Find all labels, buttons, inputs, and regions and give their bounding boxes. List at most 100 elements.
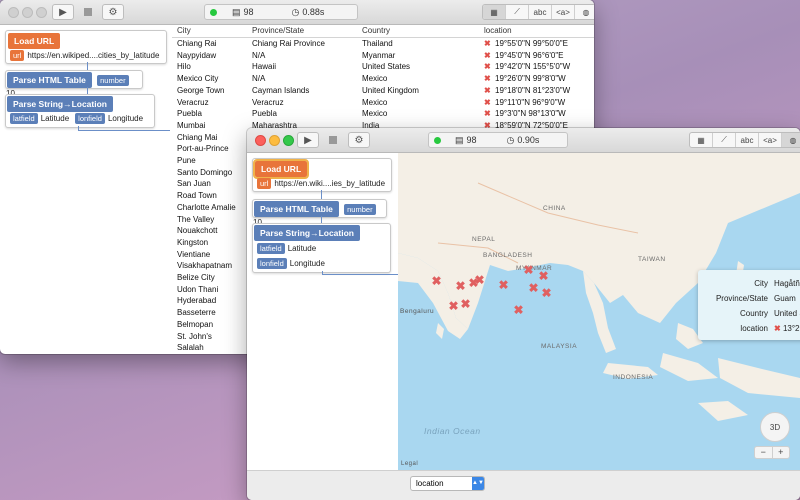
map-label-ocean: Indian Ocean bbox=[424, 426, 481, 436]
chevron-updown-icon: ▲▼ bbox=[472, 477, 484, 490]
map-marker-icon[interactable]: ✖ bbox=[523, 264, 534, 276]
settings-button[interactable]: ⚙ bbox=[102, 4, 124, 20]
run-button[interactable]: ▶ bbox=[52, 4, 74, 20]
node-load-url[interactable]: Load URL url https://en.wikiped....citie… bbox=[5, 30, 167, 64]
table-row[interactable]: Naypyidaw N/A Myanmar ✖ 19°45'0"N 96°6'0"E bbox=[172, 50, 594, 62]
col-header-country[interactable]: Country bbox=[362, 26, 390, 35]
x-mark-icon: ✖ bbox=[484, 97, 491, 107]
connector bbox=[321, 216, 322, 223]
location-field-select[interactable]: location ▲▼ bbox=[410, 476, 485, 491]
map-marker-icon[interactable]: ✖ bbox=[528, 282, 539, 294]
map-marker-icon[interactable]: ✖ bbox=[455, 280, 466, 292]
callout-label-location: location bbox=[740, 324, 768, 333]
table-cell: N/A bbox=[252, 50, 266, 60]
table-cell: Mexico bbox=[362, 109, 388, 119]
node-parse-html-table[interactable]: Parse HTML Table number 10 bbox=[252, 199, 387, 227]
run-time: 0.90s bbox=[517, 135, 540, 145]
table-cell: Vientiane bbox=[177, 249, 211, 259]
map-marker-icon[interactable]: ✖ bbox=[538, 270, 549, 282]
x-mark-icon: ✖ bbox=[484, 62, 491, 72]
param-url-value[interactable]: https://en.wikiped....cities_by_latitude bbox=[27, 51, 159, 60]
node-parse-string-location[interactable]: Parse String→Location latfield Latitude … bbox=[5, 94, 155, 128]
zoom-button[interactable] bbox=[36, 7, 47, 18]
param-lonfield-value[interactable]: Longitude bbox=[290, 259, 325, 268]
param-latfield-value[interactable]: Latitude bbox=[288, 244, 316, 253]
map-label-taiwan: TAIWAN bbox=[638, 256, 666, 263]
chart-view-icon[interactable]: ⟋ bbox=[506, 5, 529, 19]
chart-view-icon[interactable]: ⟋ bbox=[713, 133, 736, 147]
table-cell: Naypyidaw bbox=[177, 50, 217, 60]
table-row[interactable]: George Town Cayman Islands United Kingdom ✖… bbox=[172, 85, 594, 97]
table-cell: Thailand bbox=[362, 39, 393, 48]
legal-link[interactable]: Legal bbox=[401, 461, 418, 467]
map-marker-icon[interactable]: ✖ bbox=[431, 275, 442, 287]
callout-label-city: City bbox=[754, 279, 768, 288]
map-marker-icon[interactable]: ✖ bbox=[448, 300, 459, 312]
col-header-province[interactable]: Province/State bbox=[252, 26, 304, 35]
table-row[interactable]: Chiang Rai Chiang Rai Province Thailand ✖ 19… bbox=[172, 38, 594, 50]
param-lonfield-value[interactable]: Longitude bbox=[108, 114, 143, 123]
param-latfield-value[interactable]: Latitude bbox=[41, 114, 69, 123]
stop-button[interactable] bbox=[78, 4, 98, 20]
connector bbox=[78, 130, 170, 131]
minimize-button[interactable] bbox=[22, 7, 33, 18]
row-count: 98 bbox=[243, 7, 254, 17]
table-row[interactable]: Mexico City N/A Mexico ✖ 19°26'0"N 99°8'0"W bbox=[172, 73, 594, 85]
map-view[interactable]: CHINA NEPAL BANGLADESH MYANMAR TAIWAN MA… bbox=[398, 153, 800, 471]
callout-value-city: Hagåtña bbox=[774, 279, 800, 288]
stop-button[interactable] bbox=[323, 132, 343, 148]
node-parse-string-location[interactable]: Parse String→Location latfield Latitude … bbox=[252, 223, 391, 273]
table-row[interactable]: Hilo Hawaii United States ✖ 19°42'0"N 155°5'… bbox=[172, 61, 594, 73]
settings-button[interactable]: ⚙ bbox=[348, 132, 370, 148]
table-row[interactable]: Veracruz Veracruz Mexico ✖ 19°11'0"N 96°9'0"… bbox=[172, 97, 594, 109]
table-cell: Kingston bbox=[177, 237, 209, 247]
window-map-view: ▶ ⚙ ▤ 98 ◷ 0.90s ▦ ⟋ abc <a> ◍ Load URL … bbox=[247, 128, 800, 500]
table-cell: Chiang Mai bbox=[177, 132, 218, 142]
table-cell: Salalah bbox=[177, 343, 204, 353]
node-parse-html-table[interactable]: Parse HTML Table number 10 bbox=[5, 70, 143, 98]
node-title: Parse String→Location bbox=[254, 225, 360, 241]
map-view-icon[interactable]: ◍ bbox=[782, 133, 800, 147]
stop-icon bbox=[84, 8, 92, 16]
run-time: 0.88s bbox=[302, 7, 325, 17]
table-cell: Road Town bbox=[177, 191, 217, 201]
connector bbox=[87, 87, 88, 94]
minimize-button[interactable] bbox=[269, 135, 280, 146]
table-cell: The Valley bbox=[177, 214, 215, 224]
location-callout: City Hagåtña Province/State Guam Country… bbox=[698, 270, 800, 340]
map-marker-icon[interactable]: ✖ bbox=[460, 298, 471, 310]
run-button[interactable]: ▶ bbox=[297, 132, 319, 148]
zoom-in-button[interactable]: + bbox=[773, 447, 790, 458]
map-label-bangladesh: BANGLADESH bbox=[483, 252, 533, 259]
map-marker-icon[interactable]: ✖ bbox=[498, 279, 509, 291]
param-url-value[interactable]: https://en.wiki....ies_by_latitude bbox=[274, 179, 385, 188]
map-marker-icon[interactable]: ✖ bbox=[513, 304, 524, 316]
table-view-icon[interactable]: ▦ bbox=[690, 133, 713, 147]
x-mark-icon: ✖ bbox=[774, 324, 781, 333]
table-cell: Veracruz bbox=[252, 97, 284, 107]
close-button[interactable] bbox=[8, 7, 19, 18]
map-marker-icon[interactable]: ✖ bbox=[541, 287, 552, 299]
table-cell: Hyderabad bbox=[177, 296, 217, 306]
map-view-icon[interactable]: ◍ bbox=[575, 5, 594, 19]
callout-label-province: Province/State bbox=[715, 294, 768, 303]
zoom-out-button[interactable]: − bbox=[755, 447, 773, 458]
table-row[interactable]: Puebla Puebla Mexico ✖ 19°3'0"N 98°13'0"W bbox=[172, 108, 594, 120]
table-cell: Veracruz bbox=[177, 97, 209, 107]
table-view-icon[interactable]: ▦ bbox=[483, 5, 506, 19]
map-marker-icon[interactable]: ✖ bbox=[474, 274, 485, 286]
html-view-icon[interactable]: <a> bbox=[552, 5, 575, 19]
zoom-button[interactable] bbox=[283, 135, 294, 146]
map-label-indonesia: INDONESIA bbox=[613, 374, 654, 381]
text-view-icon[interactable]: abc bbox=[736, 133, 759, 147]
param-tag-latfield: latfield bbox=[10, 113, 38, 124]
table-cell: St. John's bbox=[177, 331, 212, 341]
map-3d-button[interactable]: 3D bbox=[760, 412, 790, 442]
col-header-city[interactable]: City bbox=[177, 26, 191, 35]
col-header-location[interactable]: location bbox=[484, 26, 512, 35]
text-view-icon[interactable]: abc bbox=[529, 5, 552, 19]
html-view-icon[interactable]: <a> bbox=[759, 133, 782, 147]
table-cell: Mexico bbox=[362, 97, 388, 107]
close-button[interactable] bbox=[255, 135, 266, 146]
node-load-url[interactable]: Load URL url https://en.wiki....ies_by_l… bbox=[252, 158, 392, 192]
